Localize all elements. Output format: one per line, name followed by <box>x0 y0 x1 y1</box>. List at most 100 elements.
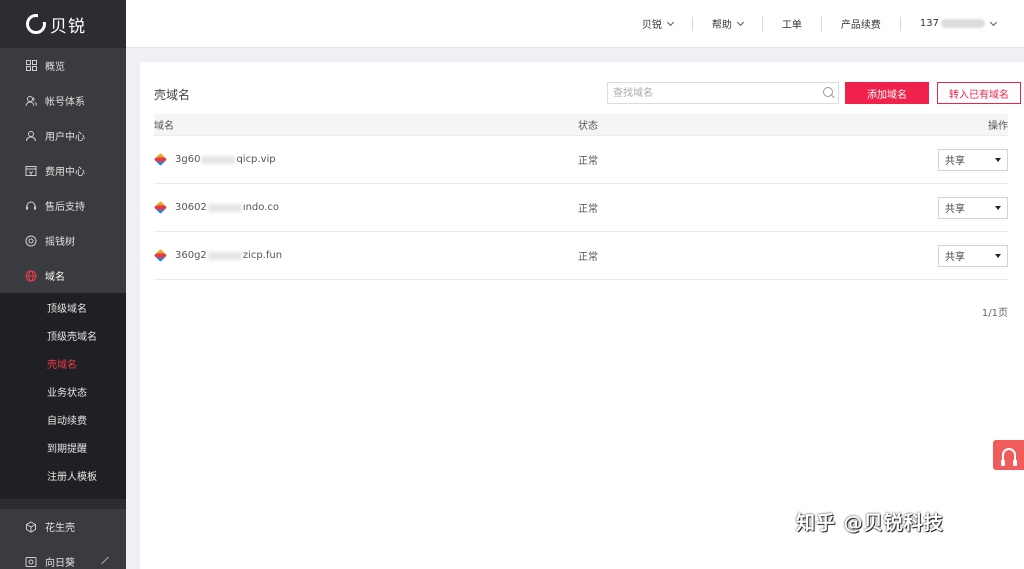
chevron-down-icon <box>989 18 998 26</box>
domain-cell: 30602 ındo.co <box>154 201 578 214</box>
domain-cell: 3g60 qicp.vip <box>154 153 578 166</box>
sidebar-item-after-sales[interactable]: 售后支持 <box>0 188 126 223</box>
domain-table: 域名 状态 操作 3g60 qicp.vip 正常 共享 30602 ındo.… <box>154 114 1008 280</box>
column-action: 操作 <box>988 121 1008 132</box>
sidebar-item-label: 摇钱树 <box>45 237 75 248</box>
sidebar-item-label: 花生壳 <box>45 523 75 534</box>
sidebar-item-overview[interactable]: 概览 <box>0 48 126 83</box>
brand-menu-label: 贝锐 <box>641 20 662 31</box>
brand-logo[interactable]: 贝锐 <box>0 0 126 48</box>
share-select[interactable]: 共享 <box>938 196 1008 219</box>
target-icon <box>25 235 37 247</box>
caret-down-icon <box>995 157 1001 162</box>
sidebar: 贝锐 概览 帐号体系 用户中心 费用中心 售后支持 摇钱树 域名 顶级域名 顶级… <box>0 0 126 569</box>
submenu-registrant-template[interactable]: 注册人模板 <box>0 461 126 489</box>
chevron-down-icon <box>666 18 674 26</box>
domain-cell: 360g2 zicp.fun <box>154 249 578 262</box>
ticket-label: 工单 <box>781 20 802 31</box>
share-select-value: 共享 <box>945 204 965 215</box>
sidebar-item-label: 域名 <box>45 272 65 283</box>
sidebar-item-account-system[interactable]: 帐号体系 <box>0 83 126 118</box>
sidebar-item-domain[interactable]: 域名 <box>0 258 126 293</box>
headset-icon <box>1000 448 1017 466</box>
add-domain-button[interactable]: 添加域名 <box>845 82 929 104</box>
sidebar-item-billing-center[interactable]: 费用中心 <box>0 153 126 188</box>
ticket-link[interactable]: 工单 <box>763 16 822 31</box>
sidebar-item-label: 用户中心 <box>45 132 85 143</box>
status-cell: 正常 <box>578 156 598 167</box>
help-menu-label: 帮助 <box>711 20 732 31</box>
share-select-value: 共享 <box>945 252 965 263</box>
table-row: 3g60 qicp.vip 正常 共享 <box>154 136 1008 184</box>
brand-menu[interactable]: 贝锐 <box>623 16 693 31</box>
column-domain: 域名 <box>154 121 174 132</box>
domain-mask <box>207 203 242 212</box>
domain-mask <box>207 251 242 260</box>
domain-suffix[interactable]: ındo.co <box>243 202 279 213</box>
action-cell: 共享 <box>878 244 1008 267</box>
action-cell: 共享 <box>878 148 1008 171</box>
sidebar-item-label: 概览 <box>45 62 65 73</box>
panel-header: 壳域名 添加域名 转入已有域名 <box>154 82 1021 106</box>
sidebar-item-label: 费用中心 <box>45 167 85 178</box>
sidebar-divider <box>0 499 126 509</box>
submenu-top-level-domain[interactable]: 顶级域名 <box>0 293 126 321</box>
domain-suffix[interactable]: qicp.vip <box>236 154 275 165</box>
sidebar-item-label: 帐号体系 <box>45 97 85 108</box>
domain-submenu: 顶级域名 顶级壳域名 壳域名 业务状态 自动续费 到期提醒 注册人模板 <box>0 293 126 499</box>
main-panel: 壳域名 添加域名 转入已有域名 域名 状态 操作 3g60 qicp.vip 正… <box>140 62 1024 569</box>
top-bar: 贝锐 帮助 工单 产品续费 137 <box>126 0 1024 48</box>
status-cell: 正常 <box>578 252 598 263</box>
support-icon <box>25 200 37 212</box>
domain-suffix[interactable]: zicp.fun <box>243 250 282 261</box>
renew-label: 产品续费 <box>840 20 881 31</box>
sidebar-item-peanut-shell[interactable]: 花生壳 <box>0 509 126 544</box>
cube-icon <box>25 520 37 533</box>
submenu-expiry-reminder[interactable]: 到期提醒 <box>0 433 126 461</box>
share-select[interactable]: 共享 <box>938 148 1008 171</box>
sidebar-item-money-tree[interactable]: 摇钱树 <box>0 223 126 258</box>
account-mask <box>941 19 985 28</box>
status-cell: 正常 <box>578 204 598 215</box>
action-cell: 共享 <box>878 196 1008 219</box>
table-row: 30602 ındo.co 正常 共享 <box>154 184 1008 232</box>
account-menu[interactable]: 137 <box>901 17 998 31</box>
domain-prefix[interactable]: 3g60 <box>175 154 200 165</box>
caret-down-icon <box>995 205 1001 210</box>
domain-search <box>607 82 839 104</box>
sidebar-item-label: 向日葵 <box>45 558 75 569</box>
pagination: 1/1页 <box>981 308 1008 319</box>
watermark: 知乎 @贝锐科技 <box>796 512 944 534</box>
submenu-business-status[interactable]: 业务状态 <box>0 377 126 405</box>
domain-icon <box>154 201 167 214</box>
sidebar-item-label: 售后支持 <box>45 202 85 213</box>
submenu-top-level-shell-domain[interactable]: 顶级壳域名 <box>0 321 126 349</box>
domain-prefix[interactable]: 360g2 <box>175 250 207 261</box>
domain-icon <box>154 249 167 262</box>
import-domain-button[interactable]: 转入已有域名 <box>937 82 1021 104</box>
chevron-down-icon <box>736 18 744 26</box>
account-number: 137 <box>919 18 939 29</box>
share-select[interactable]: 共享 <box>938 244 1008 267</box>
domain-prefix[interactable]: 30602 <box>175 202 207 213</box>
user-icon <box>25 130 37 142</box>
dashboard-icon <box>25 60 37 72</box>
globe-icon <box>25 270 37 282</box>
submenu-auto-renew[interactable]: 自动续费 <box>0 405 126 433</box>
search-icon[interactable] <box>820 83 838 103</box>
table-row: 360g2 zicp.fun 正常 共享 <box>154 232 1008 280</box>
online-support-button[interactable] <box>993 440 1024 470</box>
renew-link[interactable]: 产品续费 <box>822 16 901 31</box>
sunflower-icon <box>25 556 37 568</box>
help-menu[interactable]: 帮助 <box>693 16 763 31</box>
domain-icon <box>154 153 167 166</box>
sidebar-item-user-center[interactable]: 用户中心 <box>0 118 126 153</box>
share-select-value: 共享 <box>945 156 965 167</box>
logo-icon <box>26 14 46 34</box>
billing-icon <box>25 165 37 177</box>
domain-mask <box>201 155 236 164</box>
search-input[interactable] <box>608 83 820 103</box>
table-header: 域名 状态 操作 <box>154 114 1008 136</box>
page-title: 壳域名 <box>154 87 191 102</box>
submenu-shell-domain[interactable]: 壳域名 <box>0 349 126 377</box>
